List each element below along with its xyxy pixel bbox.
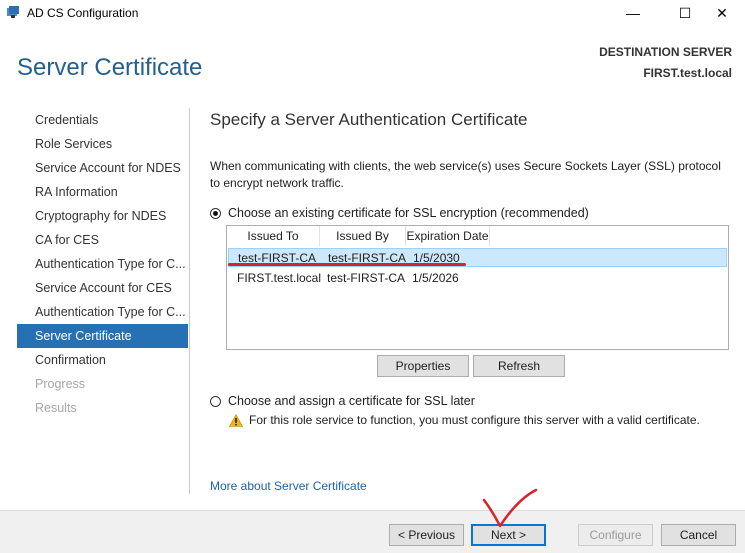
column-header-issued-by[interactable]: Issued By xyxy=(320,226,406,246)
nav-item: Results xyxy=(35,401,77,415)
radio-later[interactable] xyxy=(210,395,221,407)
page-title: Server Certificate xyxy=(17,54,203,81)
radio-existing[interactable] xyxy=(210,207,221,219)
minimize-button[interactable]: — xyxy=(610,0,656,26)
destination-server-name: FIRST.test.local xyxy=(643,66,732,80)
option-existing-label: Choose an existing certificate for SSL e… xyxy=(228,206,589,220)
table-row[interactable]: FIRST.test.local test-FIRST-CA 1/5/2026 xyxy=(228,269,727,288)
section-heading: Specify a Server Authentication Certific… xyxy=(210,110,528,129)
warning-message: For this role service to function, you m… xyxy=(229,413,700,427)
cell-issued-by: test-FIRST-CA xyxy=(327,271,406,285)
nav-item[interactable]: Server Certificate xyxy=(17,324,188,348)
cancel-button[interactable]: Cancel xyxy=(661,524,736,546)
option-existing-certificate[interactable]: Choose an existing certificate for SSL e… xyxy=(210,206,589,220)
description-text: When communicating with clients, the web… xyxy=(210,159,721,190)
cell-issued-to: FIRST.test.local xyxy=(237,271,322,285)
close-button[interactable]: ✕ xyxy=(699,0,745,26)
column-header-expiration[interactable]: Expiration Date xyxy=(406,226,490,246)
window-title: AD CS Configuration xyxy=(27,6,139,20)
nav-item[interactable]: Authentication Type for C... xyxy=(17,252,188,276)
nav-item[interactable]: Service Account for NDES xyxy=(17,156,188,180)
nav-item[interactable]: RA Information xyxy=(17,180,188,204)
option-later-label: Choose and assign a certificate for SSL … xyxy=(228,394,475,408)
server-manager-icon xyxy=(7,6,19,18)
annotation-underline xyxy=(228,263,466,266)
properties-button[interactable]: Properties xyxy=(377,355,469,377)
option-assign-later[interactable]: Choose and assign a certificate for SSL … xyxy=(210,394,475,408)
warning-icon xyxy=(229,413,243,427)
refresh-button[interactable]: Refresh xyxy=(473,355,565,377)
nav-item[interactable]: Cryptography for NDES xyxy=(17,204,188,228)
destination-server-label: DESTINATION SERVER xyxy=(599,45,732,59)
nav-divider xyxy=(189,108,190,494)
nav-item[interactable]: Authentication Type for C... xyxy=(17,300,188,324)
nav-item: Progress xyxy=(35,377,86,391)
nav-item[interactable]: Role Services xyxy=(17,132,188,156)
certificate-list[interactable]: Issued To Issued By Expiration Date test… xyxy=(226,225,729,350)
checkmark-annotation-icon xyxy=(482,488,538,528)
wizard-navigation: Credentials Role Services Service Account … xyxy=(17,108,188,420)
nav-item[interactable]: Service Account for CES xyxy=(17,276,188,300)
configure-button[interactable]: Configure xyxy=(578,524,653,546)
warning-text: For this role service to function, you m… xyxy=(249,413,700,427)
nav-item[interactable]: CA for CES xyxy=(17,228,188,252)
nav-item[interactable]: Credentials xyxy=(17,108,188,132)
more-about-link[interactable]: More about Server Certificate xyxy=(210,479,367,493)
column-header-issued-to[interactable]: Issued To xyxy=(227,226,320,246)
cell-expiration: 1/5/2026 xyxy=(412,271,459,285)
title-bar: AD CS Configuration — ☐ ✕ xyxy=(0,0,745,26)
previous-button[interactable]: < Previous xyxy=(389,524,464,546)
nav-item[interactable]: Confirmation xyxy=(17,348,188,372)
